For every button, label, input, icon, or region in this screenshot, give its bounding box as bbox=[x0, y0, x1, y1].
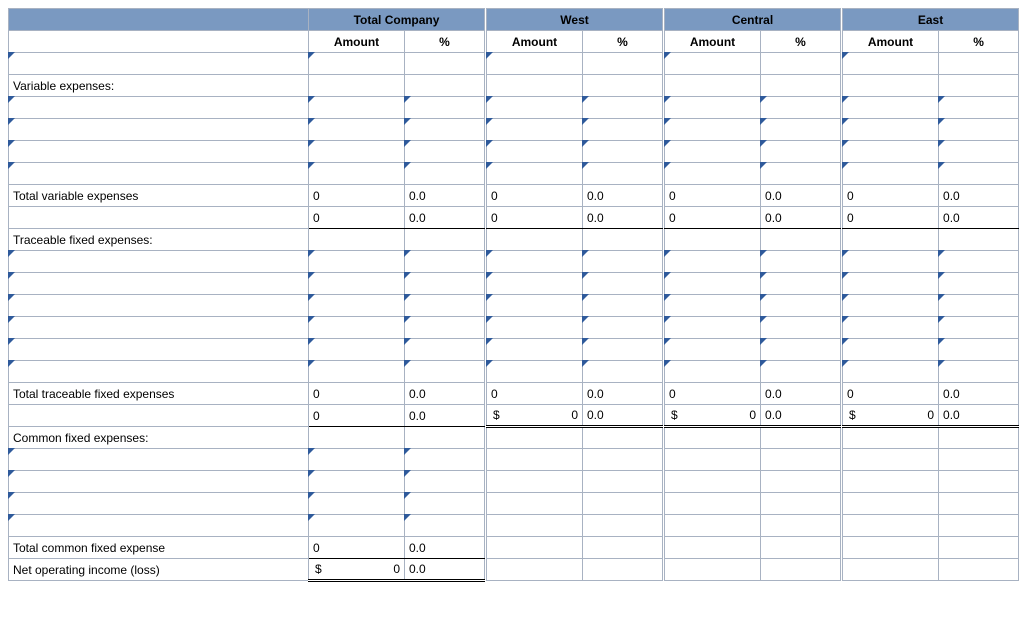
subheader-amount: Amount bbox=[309, 31, 405, 53]
row-total-traceable-fixed: Total traceable fixed expenses 00.0 00.0… bbox=[9, 383, 1019, 405]
input-row[interactable] bbox=[9, 273, 1019, 295]
input-row[interactable] bbox=[9, 361, 1019, 383]
header-row-sub: Amount % Amount % Amount % Amount % bbox=[9, 31, 1019, 53]
input-row[interactable] bbox=[9, 53, 1019, 75]
input-row[interactable] bbox=[9, 515, 1019, 537]
input-row[interactable] bbox=[9, 97, 1019, 119]
segment-header-central: Central bbox=[665, 9, 841, 31]
row-subtotal: 0 0.0 0 0.0 0 0.0 0 0.0 bbox=[9, 207, 1019, 229]
segment-header-total: Total Company bbox=[309, 9, 485, 31]
input-row[interactable] bbox=[9, 449, 1019, 471]
pct-cell: 0.0 bbox=[405, 185, 485, 207]
row-traceable-fixed: Traceable fixed expenses: bbox=[9, 229, 1019, 251]
label-total-tracefix: Total traceable fixed expenses bbox=[9, 383, 309, 405]
input-row[interactable] bbox=[9, 493, 1019, 515]
header-row-segments: Total Company West Central East bbox=[9, 9, 1019, 31]
label-total-commonfix: Total common fixed expense bbox=[9, 537, 309, 559]
label-variable-expenses: Variable expenses: bbox=[9, 75, 309, 97]
currency-cell: $0 bbox=[309, 559, 405, 581]
row-total-variable-expenses: Total variable expenses 0 0.0 00.0 00.0 … bbox=[9, 185, 1019, 207]
input-row[interactable] bbox=[9, 163, 1019, 185]
input-row[interactable] bbox=[9, 339, 1019, 361]
currency-cell: $0 bbox=[487, 405, 583, 427]
income-statement-table: Total Company West Central East Amount %… bbox=[8, 8, 1019, 582]
row-net-operating-income: Net operating income (loss) $0 0.0 bbox=[9, 559, 1019, 581]
amount-cell: 0 bbox=[309, 185, 405, 207]
label-common-fixed: Common fixed expenses: bbox=[9, 427, 309, 449]
subheader-pct: % bbox=[405, 31, 485, 53]
label-total-varexp: Total variable expenses bbox=[9, 185, 309, 207]
row-common-fixed: Common fixed expenses: bbox=[9, 427, 1019, 449]
input-row[interactable] bbox=[9, 295, 1019, 317]
row-total-common-fixed: Total common fixed expense 0 0.0 bbox=[9, 537, 1019, 559]
label-net-operating-income: Net operating income (loss) bbox=[9, 559, 309, 581]
segment-header-west: West bbox=[487, 9, 663, 31]
input-row[interactable] bbox=[9, 119, 1019, 141]
input-row[interactable] bbox=[9, 251, 1019, 273]
segment-header-east: East bbox=[843, 9, 1019, 31]
input-row[interactable] bbox=[9, 141, 1019, 163]
row-variable-expenses: Variable expenses: bbox=[9, 75, 1019, 97]
row-segment-margin: 0 0.0 $0 0.0 $0 0.0 $0 0.0 bbox=[9, 405, 1019, 427]
input-row[interactable] bbox=[9, 317, 1019, 339]
label-traceable-fixed: Traceable fixed expenses: bbox=[9, 229, 309, 251]
input-row[interactable] bbox=[9, 471, 1019, 493]
